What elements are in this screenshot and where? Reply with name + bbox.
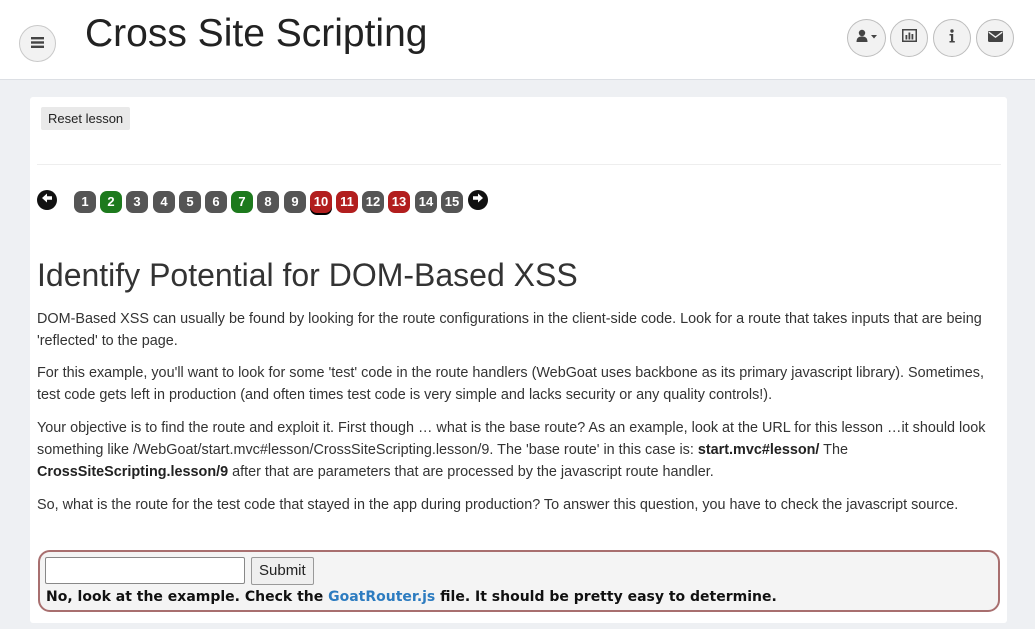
goatrouter-link[interactable]: GoatRouter.js: [328, 589, 435, 605]
page-14-badge[interactable]: 14: [415, 191, 437, 213]
paragraph-text: The: [819, 442, 848, 458]
envelope-icon: [987, 29, 1003, 47]
lesson-paragraph: So, what is the route for the test code …: [37, 497, 959, 513]
feedback-text: No, look at the example. Check the: [46, 589, 329, 605]
lesson-heading: Identify Potential for DOM-Based XSS: [37, 257, 578, 293]
lesson-paragraph: For this example, you'll want to look fo…: [37, 365, 984, 403]
page-9-badge[interactable]: 9: [284, 191, 306, 213]
info-icon: [948, 28, 956, 48]
page-2-badge[interactable]: 2: [100, 191, 122, 213]
previous-page-button[interactable]: [37, 190, 57, 210]
page-title: Cross Site Scripting: [85, 12, 428, 55]
feedback-message: No, look at the example. Check the GoatR…: [46, 589, 777, 605]
page-10-badge[interactable]: 10: [310, 191, 332, 213]
paragraph-text: after that are parameters that are proce…: [228, 464, 714, 480]
page-5-badge[interactable]: 5: [179, 191, 201, 213]
report-card-button[interactable]: [890, 19, 928, 57]
page-3-badge[interactable]: 3: [126, 191, 148, 213]
page-1-badge[interactable]: 1: [74, 191, 96, 213]
about-button[interactable]: [933, 19, 971, 57]
lesson-panel: Reset lesson 1 2 3 4 5 6 7 8 9 10 11 12 13 14 15 Ident…: [30, 97, 1007, 623]
page-12-badge[interactable]: 12: [362, 191, 384, 213]
arrow-right-icon: [472, 191, 484, 209]
page-header: Cross Site Scripting: [0, 0, 1035, 80]
route-answer-input[interactable]: [45, 557, 245, 584]
page-4-badge[interactable]: 4: [153, 191, 175, 213]
page-15-badge[interactable]: 15: [441, 191, 463, 213]
menu-toggle-button[interactable]: [19, 25, 56, 62]
page-7-badge[interactable]: 7: [231, 191, 253, 213]
bar-chart-icon: [901, 29, 917, 47]
lesson-paragraph: Your objective is to find the route and …: [37, 417, 992, 483]
reset-lesson-button[interactable]: Reset lesson: [41, 107, 131, 130]
hamburger-icon: [31, 35, 44, 53]
divider: [37, 164, 1001, 165]
base-route-text: start.mvc#lesson/: [697, 442, 820, 458]
arrow-left-icon: [41, 191, 53, 209]
page-13-badge[interactable]: 13: [388, 191, 410, 213]
feedback-text: file. It should be pretty easy to determ…: [435, 589, 777, 605]
submit-button[interactable]: Submit: [251, 557, 314, 585]
lesson-paragraph: DOM-Based XSS can usually be found by lo…: [37, 311, 982, 349]
user-icon: [856, 29, 878, 48]
contact-button[interactable]: [976, 19, 1014, 57]
page-11-badge[interactable]: 11: [336, 191, 358, 213]
lesson-parameter-text: CrossSiteScripting.lesson/9: [37, 464, 229, 480]
next-page-button[interactable]: [468, 190, 488, 210]
attack-form: Submit No, look at the example. Check th…: [38, 550, 1000, 612]
page-8-badge[interactable]: 8: [257, 191, 279, 213]
user-menu-button[interactable]: [847, 19, 886, 57]
page-6-badge[interactable]: 6: [205, 191, 227, 213]
